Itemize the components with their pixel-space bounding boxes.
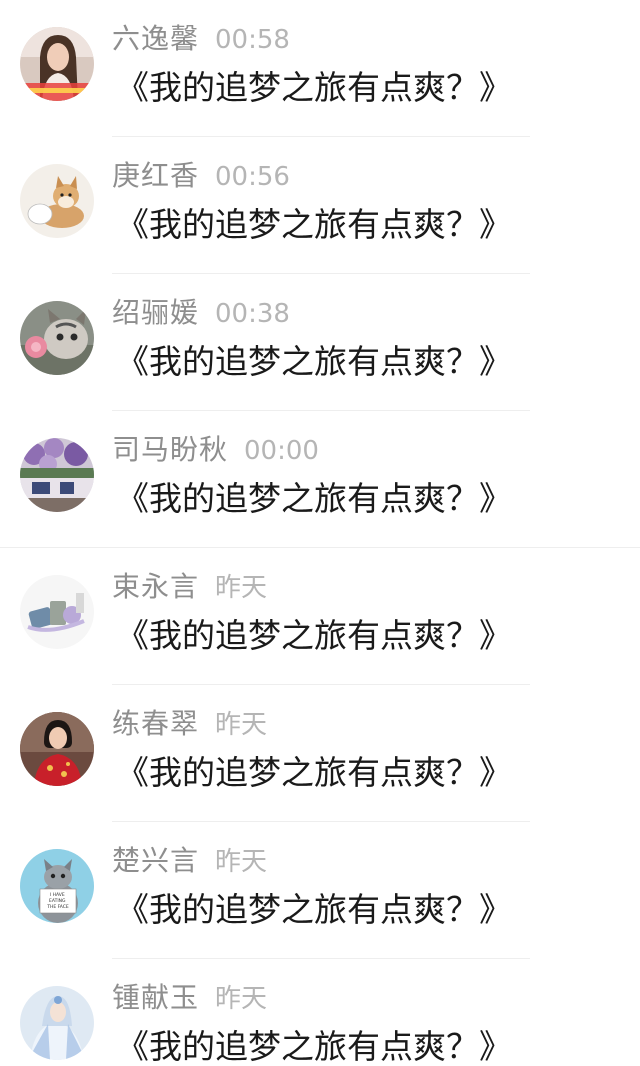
message-preview: 《我的追梦之旅有点爽？》 <box>116 1027 512 1066</box>
conversation-item[interactable]: 庚红香 00:56 《我的追梦之旅有点爽？》 <box>0 137 640 274</box>
message-preview: 《我的追梦之旅有点爽？》 <box>116 753 512 792</box>
avatar-sign-text: I HAVE EATING THE FACE <box>46 892 69 910</box>
conversation-item[interactable]: 锺献玉 昨天 《我的追梦之旅有点爽？》 <box>0 959 640 1066</box>
avatar[interactable]: I HAVE EATING THE FACE <box>20 849 94 923</box>
contact-name: 练春翠 <box>112 707 200 740</box>
message-preview: 《我的追梦之旅有点爽？》 <box>116 616 512 655</box>
message-time: 昨天 <box>215 984 268 1014</box>
message-preview: 《我的追梦之旅有点爽？》 <box>116 890 512 929</box>
conversation-item[interactable]: 束永言 昨天 《我的追梦之旅有点爽？》 <box>0 548 640 685</box>
message-preview: 《我的追梦之旅有点爽？》 <box>116 68 512 107</box>
conversation-item[interactable]: 司马盼秋 00:00 《我的追梦之旅有点爽？》 <box>0 411 640 548</box>
message-time: 昨天 <box>215 710 268 740</box>
conversation-item[interactable]: I HAVE EATING THE FACE 楚兴言 昨天 《我的追梦之旅有点爽？… <box>0 822 640 959</box>
contact-name: 司马盼秋 <box>112 433 229 466</box>
contact-name: 绍骊媛 <box>112 296 200 329</box>
purple-flowers-avatar <box>20 438 94 512</box>
message-time: 00:56 <box>215 162 290 192</box>
avatar[interactable] <box>20 986 94 1060</box>
contact-name: 束永言 <box>112 570 200 603</box>
message-preview: 《我的追梦之旅有点爽？》 <box>116 205 512 244</box>
contact-name: 锺献玉 <box>112 981 200 1014</box>
avatar[interactable] <box>20 438 94 512</box>
woman-red-qipao-avatar <box>20 712 94 786</box>
stationery-items-avatar <box>20 575 94 649</box>
avatar[interactable] <box>20 164 94 238</box>
conversation-item[interactable]: 练春翠 昨天 《我的追梦之旅有点爽？》 <box>0 685 640 822</box>
avatar[interactable] <box>20 301 94 375</box>
cat-with-sign-avatar: I HAVE EATING THE FACE <box>20 849 94 923</box>
message-time: 00:58 <box>215 25 290 55</box>
conversation-list: 六逸馨 00:58 《我的追梦之旅有点爽？》 庚红香 00:56 《我的追梦之旅有点… <box>0 0 640 1066</box>
message-time: 昨天 <box>215 847 268 877</box>
cat-with-flower-avatar <box>20 301 94 375</box>
avatar[interactable] <box>20 27 94 101</box>
message-time: 昨天 <box>215 573 268 603</box>
avatar[interactable] <box>20 575 94 649</box>
message-preview: 《我的追梦之旅有点爽？》 <box>116 342 512 381</box>
message-time: 00:38 <box>215 299 290 329</box>
girl-portrait-avatar <box>20 27 94 101</box>
shiba-dog-avatar <box>20 164 94 238</box>
message-time: 00:00 <box>244 436 319 466</box>
message-preview: 《我的追梦之旅有点爽？》 <box>116 479 512 518</box>
fantasy-character-avatar <box>20 986 94 1060</box>
contact-name: 庚红香 <box>112 159 200 192</box>
conversation-item[interactable]: 绍骊媛 00:38 《我的追梦之旅有点爽？》 <box>0 274 640 411</box>
contact-name: 六逸馨 <box>112 22 200 55</box>
conversation-item[interactable]: 六逸馨 00:58 《我的追梦之旅有点爽？》 <box>0 0 640 137</box>
avatar[interactable] <box>20 712 94 786</box>
contact-name: 楚兴言 <box>112 844 200 877</box>
